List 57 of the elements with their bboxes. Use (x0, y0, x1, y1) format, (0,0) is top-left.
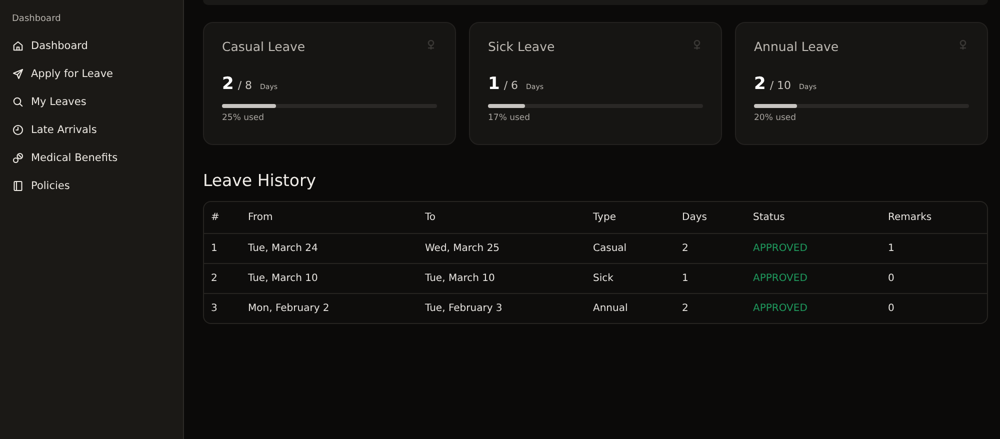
table-cell-text: Tue, March 10 (424, 273, 496, 284)
table-cell-text: 1 (210, 243, 218, 254)
table-cell-text: 2 (210, 273, 218, 284)
usage-caption: 20% used (754, 113, 798, 123)
section-label: Dashboard (12, 14, 62, 24)
sidebar-item[interactable]: Dashboard (12, 32, 183, 60)
card-icon (691, 39, 703, 51)
usage-caption: 17% used (488, 113, 532, 123)
table-cell-text: Tue, March 24 (247, 243, 319, 254)
card-icon (957, 39, 969, 51)
table-cell-text: Annual (592, 303, 629, 314)
column-header: Type (592, 212, 617, 223)
clock-icon (12, 124, 24, 136)
column-header: # (210, 212, 220, 223)
status-text: APPROVED (752, 273, 808, 284)
table-cell-text: Tue, February 3 (424, 303, 504, 314)
table-cell-text: 3 (210, 303, 218, 314)
table-cell-text: Sick (592, 273, 614, 284)
total-count: / 6 (504, 79, 518, 92)
status-text: APPROVED (752, 303, 808, 314)
sidebar-item[interactable]: My Leaves (12, 88, 183, 116)
sidebar-item[interactable]: Medical Benefits (12, 144, 183, 172)
search-icon (12, 96, 24, 108)
column-header: Remarks (887, 212, 933, 223)
table-cell-text: Tue, March 10 (247, 273, 319, 284)
table-cell-text: 0 (887, 303, 896, 314)
sidebar-item[interactable]: Policies (12, 172, 183, 200)
usage-caption: 25% used (222, 113, 266, 123)
column-header: Status (752, 212, 786, 223)
send-icon (12, 68, 24, 80)
table-cell-text: 0 (887, 273, 896, 284)
section-title: Leave History (203, 171, 318, 190)
card-title: Casual Leave (222, 39, 306, 54)
home-icon (12, 40, 24, 52)
used-count: 1 (488, 74, 500, 94)
book-icon (12, 180, 24, 192)
pills-icon (12, 152, 24, 164)
used-count: 2 (754, 74, 766, 94)
table-cell-text: Wed, March 25 (424, 243, 501, 254)
card-title: Sick Leave (488, 39, 555, 54)
sidebar-item[interactable]: Apply for Leave (12, 60, 183, 88)
table-cell-text: 1 (887, 243, 896, 254)
table-cell-text: 1 (681, 273, 690, 284)
column-header: To (424, 212, 437, 223)
total-count: / 10 (770, 79, 792, 92)
card-icon (425, 39, 437, 51)
table-cell-text: 2 (681, 303, 690, 314)
column-header: From (247, 212, 274, 223)
used-count: 2 (222, 74, 234, 94)
sidebar-item[interactable]: Late Arrivals (12, 116, 183, 144)
table-cell-text: Mon, February 2 (247, 303, 330, 314)
column-header: Days (681, 212, 708, 223)
total-count: / 8 (238, 79, 252, 92)
table-cell-text: Casual (592, 243, 628, 254)
table-cell-text: 2 (681, 243, 690, 254)
card-title: Annual Leave (754, 39, 839, 54)
status-text: APPROVED (752, 243, 808, 254)
